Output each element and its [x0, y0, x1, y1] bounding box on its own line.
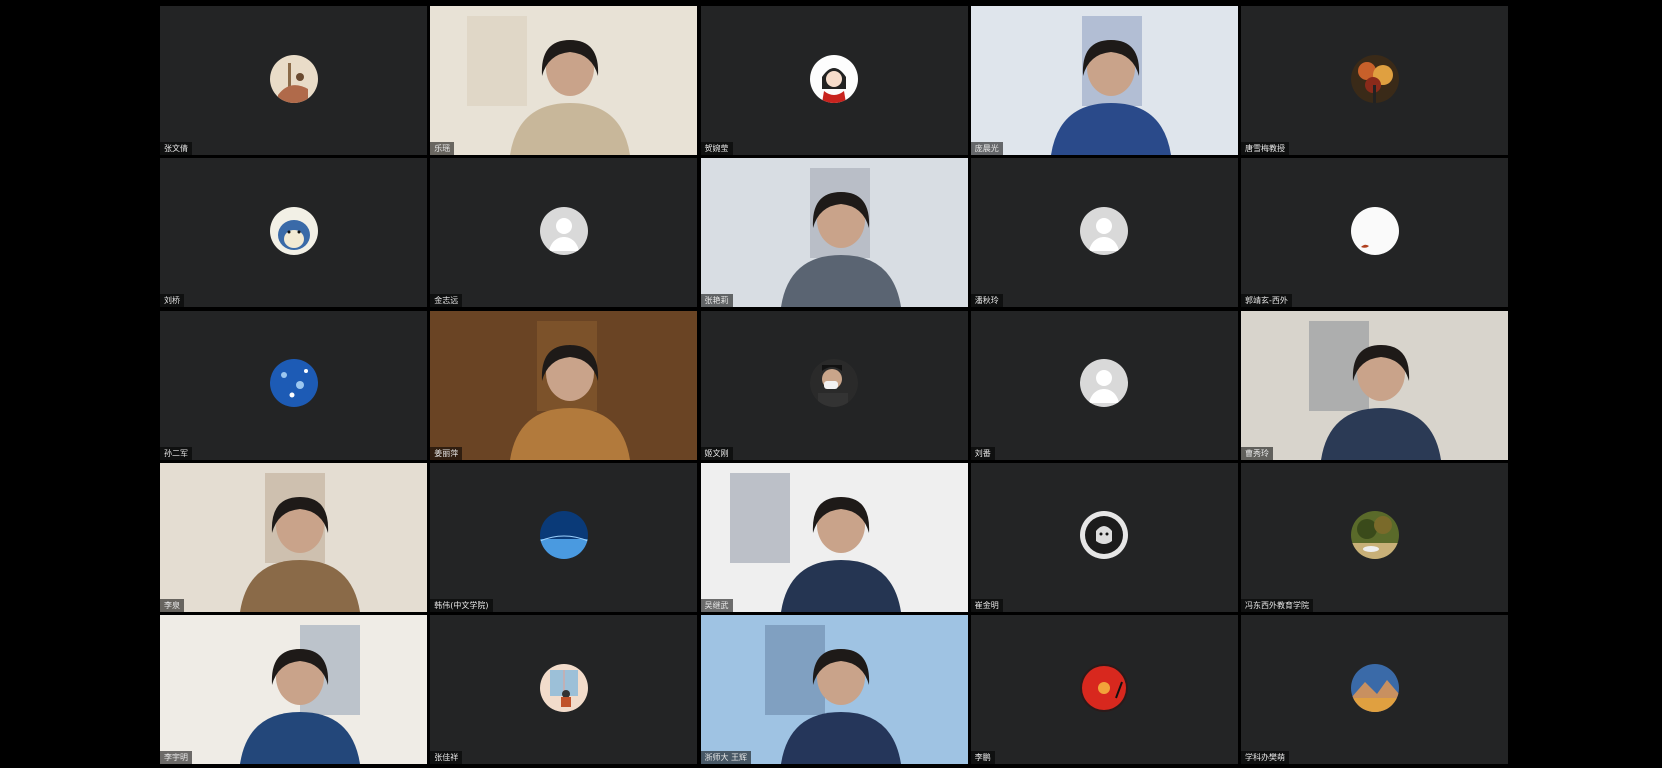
participant-name-label: 刘桥	[160, 294, 184, 308]
illustration-avatar-icon	[269, 54, 318, 103]
blue-night-avatar-icon	[539, 511, 588, 560]
girl-window-avatar-icon	[539, 663, 588, 712]
video-feed	[1241, 310, 1508, 460]
participant-tile[interactable]: 姬文刚	[700, 310, 968, 460]
white-circle-avatar-icon	[1350, 206, 1399, 255]
autumn-tree-avatar-icon	[1350, 54, 1399, 103]
participant-name-label: 潘秋玲	[970, 294, 1003, 308]
participant-name-label: 李泉	[160, 598, 184, 612]
dark-portrait-avatar-icon	[1080, 511, 1129, 560]
participant-tile[interactable]: 乐瑶	[430, 6, 698, 155]
default-person-avatar-icon	[1080, 359, 1129, 407]
participant-tile[interactable]: 吴继武	[700, 462, 968, 612]
participant-name-label: 姜丽萍	[430, 446, 463, 460]
participant-name-label: 姬文刚	[700, 446, 733, 460]
mountain-sunset-avatar-icon	[1350, 663, 1399, 712]
participant-tile[interactable]: 潘秋玲	[970, 158, 1238, 308]
video-feed	[160, 615, 427, 764]
participant-name-label: 郭靖玄-西外	[1241, 294, 1292, 308]
participant-name-label: 刘番	[970, 446, 995, 460]
participant-tile[interactable]: 冯东西外教育学院	[1241, 462, 1508, 612]
cartoon-girl-avatar-icon	[810, 54, 858, 103]
default-person-avatar-icon	[1080, 206, 1129, 255]
participant-tile[interactable]: 金志远	[430, 158, 698, 308]
participant-name-label: 学科办樊萌	[1241, 751, 1289, 764]
participant-tile[interactable]: 李鹏	[970, 615, 1238, 764]
gallery-grid: 张文倩 乐瑶 贺婉莹 庞晨光 唐雪梅教授 刘桥 金志远 张艳莉 潘秋玲 郭靖玄-西外 孙二军 …	[160, 6, 1508, 764]
video-feed	[700, 158, 968, 308]
participant-tile[interactable]: 孙二军	[160, 310, 427, 460]
participant-tile[interactable]: 张佳祥	[430, 615, 698, 764]
participant-tile[interactable]: 郭靖玄-西外	[1241, 158, 1508, 308]
participant-tile[interactable]: 学科办樊萌	[1241, 615, 1508, 764]
participant-name-label: 唐雪梅教授	[1241, 142, 1289, 155]
masked-person-avatar-icon	[810, 359, 858, 407]
participant-name-label: 贺婉莹	[700, 142, 733, 155]
participant-tile[interactable]: 唐雪梅教授	[1241, 6, 1508, 155]
participant-name-label: 乐瑶	[430, 142, 455, 155]
participant-tile[interactable]: 张艳莉	[700, 158, 968, 308]
red-record-avatar-icon	[1080, 663, 1129, 712]
participant-name-label: 张艳莉	[700, 294, 733, 308]
participant-tile[interactable]: 姜丽萍	[430, 310, 698, 460]
participant-name-label: 金志远	[430, 294, 463, 308]
participant-name-label: 冯东西外教育学院	[1241, 598, 1313, 612]
video-feed	[430, 6, 698, 155]
participant-tile[interactable]: 曹秀玲	[1241, 310, 1508, 460]
forest-avatar-icon	[1350, 511, 1399, 560]
participant-name-label: 李鹏	[970, 751, 995, 764]
participant-tile[interactable]: 韩伟(中文学院)	[430, 462, 698, 612]
participant-tile[interactable]: 贺婉莹	[700, 6, 968, 155]
video-feed	[700, 615, 968, 764]
participant-name-label: 崔金明	[970, 598, 1003, 612]
participant-name-label: 李宇明	[160, 751, 192, 764]
participant-name-label: 韩伟(中文学院)	[430, 598, 493, 612]
video-feed	[160, 462, 427, 612]
video-feed	[430, 310, 698, 460]
participant-name-label: 曹秀玲	[1241, 446, 1273, 460]
blue-sky-avatar-icon	[269, 359, 318, 407]
participant-tile[interactable]: 李泉	[160, 462, 427, 612]
participant-name-label: 孙二军	[160, 446, 192, 460]
participant-tile[interactable]: 庞晨光	[970, 6, 1238, 155]
video-feed	[970, 6, 1238, 155]
participant-tile[interactable]: 崔金明	[970, 462, 1238, 612]
participant-name-label: 庞晨光	[970, 142, 1003, 155]
cartoon-cat-avatar-icon	[269, 206, 318, 255]
participant-name-label: 张佳祥	[430, 751, 463, 764]
participant-tile[interactable]: 刘桥	[160, 158, 427, 308]
participant-tile[interactable]: 张文倩	[160, 6, 427, 155]
participant-tile[interactable]: 李宇明	[160, 615, 427, 764]
video-feed	[700, 462, 968, 612]
participant-tile[interactable]: 浙师大 王辉	[700, 615, 968, 764]
participant-name-label: 浙师大 王辉	[700, 751, 752, 764]
participant-tile[interactable]: 刘番	[970, 310, 1238, 460]
default-person-avatar-icon	[539, 206, 588, 255]
participant-name-label: 张文倩	[160, 142, 192, 155]
participant-name-label: 吴继武	[700, 598, 733, 612]
